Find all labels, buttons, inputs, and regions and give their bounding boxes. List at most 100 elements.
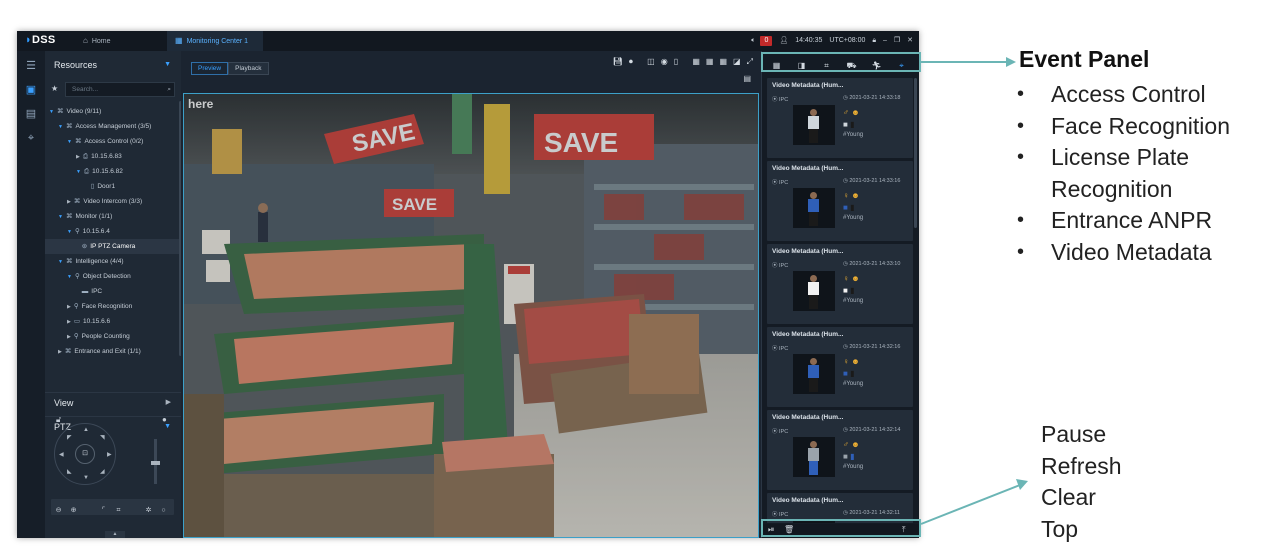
tree-item[interactable]: ▼ ⚲ 10.15.6.4 xyxy=(45,224,179,239)
collapse-arrow-icon[interactable]: ▶ xyxy=(76,154,80,160)
collapse-arrow-icon[interactable] xyxy=(76,289,79,295)
menu-icon[interactable]: ☰ xyxy=(24,59,38,73)
event-scrollbar[interactable] xyxy=(914,78,917,228)
ptz-speed-slider[interactable] xyxy=(151,439,160,484)
device-icon: ⚲ xyxy=(74,273,80,280)
collapse-arrow-icon[interactable]: ▶ xyxy=(67,199,71,205)
list-icon[interactable]: ▤ xyxy=(743,74,751,83)
event-card[interactable]: Video Metadata (Hum... ⦿ IPC ◷ 2021-03-21 … xyxy=(767,410,913,490)
expand-arrow-icon[interactable]: ▼ xyxy=(58,124,63,130)
tree-item[interactable]: ▶ ⎙ 10.15.6.83 xyxy=(45,149,179,164)
layout-3x3-icon[interactable]: ▦ xyxy=(706,57,714,66)
expand-arrow-icon[interactable]: ▼ xyxy=(58,214,63,220)
minimize-icon[interactable]: – xyxy=(883,37,887,44)
expand-arrow-icon[interactable]: ▼ xyxy=(67,229,72,235)
expand-arrow-icon[interactable]: ▼ xyxy=(58,259,63,265)
mic-icon[interactable]: ● xyxy=(162,415,167,424)
event-card[interactable]: Video Metadata (Hum... ⦿ IPC ◷ 2021-03-21 … xyxy=(767,78,913,158)
tree-item[interactable]: ▶ ⚲ People Counting xyxy=(45,329,179,344)
ptz-downleft-icon[interactable]: ◣ xyxy=(67,468,72,475)
search-icon[interactable]: ⌕ xyxy=(167,83,171,96)
collapse-handle[interactable]: ▲ xyxy=(105,531,125,538)
person-snapshot[interactable] xyxy=(793,105,835,145)
tree-item[interactable]: ▶ ⚲ Face Recognition xyxy=(45,299,179,314)
target-icon[interactable]: ◉ xyxy=(661,57,668,66)
record-icon[interactable]: ⏺︎ xyxy=(629,57,633,66)
tab-playback[interactable]: Playback xyxy=(228,62,269,75)
settings-icon[interactable]: ✲ xyxy=(141,503,156,519)
monitor-icon[interactable]: ▣ xyxy=(24,83,38,97)
layout-icon[interactable]: ▤ xyxy=(24,107,38,121)
fullscreen-icon[interactable]: ⤢ xyxy=(747,57,753,66)
ptz-direction-pad[interactable]: ▲ ▼ ◀ ▶ ◤ ◥ ◣ ◢ ⊡ xyxy=(54,423,116,485)
user-icon[interactable]: 👤︎ xyxy=(779,37,788,44)
tab-home[interactable]: ⌂ Home xyxy=(75,31,165,51)
tree-item[interactable]: ⊛ IP PTZ Camera xyxy=(45,239,179,254)
tree-item[interactable]: ▶ ⌘ Video Intercom (3/3) xyxy=(45,194,179,209)
ptz-upleft-icon[interactable]: ◤ xyxy=(67,434,72,441)
tree-item[interactable]: ▼ ⌘ Video (9/11) xyxy=(45,104,179,119)
zoom-out-icon[interactable]: ⊖ xyxy=(51,503,66,519)
ptz-upright-icon[interactable]: ◥ xyxy=(100,434,105,441)
expand-arrow-icon[interactable]: ▼ xyxy=(49,109,54,115)
layout-custom-icon[interactable]: ◪ xyxy=(733,57,741,66)
map-icon[interactable]: ⌖ xyxy=(24,131,38,145)
layout-2x2-icon[interactable]: ▦ xyxy=(692,57,700,66)
tree-item[interactable]: ▶ ▭ 10.15.6.6 xyxy=(45,314,179,329)
layout-4x4-icon[interactable]: ▦ xyxy=(719,57,727,66)
person-snapshot[interactable] xyxy=(793,437,835,477)
video-feed-window[interactable]: SAVE SAVE SAVE here xyxy=(183,93,759,538)
event-card-list[interactable]: Video Metadata (Hum... ⦿ IPC ◷ 2021-03-21 … xyxy=(765,78,917,523)
ptz-down-icon[interactable]: ▼ xyxy=(83,475,89,481)
person-snapshot[interactable] xyxy=(793,271,835,311)
collapse-arrow-icon[interactable]: ▶ xyxy=(67,304,71,310)
focus-far-icon[interactable]: ⌗ xyxy=(111,503,126,519)
ptz-right-icon[interactable]: ▶ xyxy=(107,451,112,458)
split-icon[interactable]: ◫ xyxy=(647,57,655,66)
collapse-arrow-icon[interactable] xyxy=(76,244,79,250)
tree-item[interactable]: ▼ ⌘ Monitor (1/1) xyxy=(45,209,179,224)
tree-item[interactable]: ▼ ⎙ 10.15.6.82 xyxy=(45,164,179,179)
save-icon[interactable]: 💾︎ xyxy=(613,57,623,66)
view-section[interactable]: View ▶ xyxy=(45,392,181,412)
zoom-in-icon[interactable]: ⊕ xyxy=(66,503,81,519)
collapse-arrow-icon[interactable]: ▶ xyxy=(58,349,62,355)
expand-arrow-icon[interactable]: ▼ xyxy=(76,169,81,175)
focus-near-icon[interactable]: ⌜ xyxy=(96,503,111,519)
event-card[interactable]: Video Metadata (Hum... ⦿ IPC ◷ 2021-03-21 … xyxy=(767,327,913,407)
tree-item[interactable]: ▼ ⚲ Object Detection xyxy=(45,269,179,284)
tree-item[interactable]: ▶ ⌘ Entrance and Exit (1/1) xyxy=(45,344,179,359)
ptz-center-button[interactable]: ⊡ xyxy=(75,444,95,464)
favorite-star-icon[interactable]: ★ xyxy=(51,84,58,93)
ptz-left-icon[interactable]: ◀ xyxy=(59,451,64,458)
person-snapshot[interactable] xyxy=(793,188,835,228)
speaker-icon[interactable]: 🔈︎ xyxy=(751,37,755,44)
tree-item[interactable]: ▼ ⌘ Intelligence (4/4) xyxy=(45,254,179,269)
person-snapshot[interactable] xyxy=(793,354,835,394)
collapse-arrow-icon[interactable]: ▶ xyxy=(67,334,71,340)
ptz-up-icon[interactable]: ▲ xyxy=(83,427,89,433)
search-input[interactable]: Search... ⌕ xyxy=(65,82,175,97)
expand-arrow-icon[interactable]: ▼ xyxy=(67,274,72,280)
collapse-arrow-icon[interactable] xyxy=(85,184,88,190)
expand-arrow-icon[interactable]: ▼ xyxy=(67,139,72,145)
window-icon[interactable]: ▯ xyxy=(674,57,678,66)
tree-item[interactable]: ▬ IPC xyxy=(45,284,179,299)
lock-icon[interactable]: 🔒︎ xyxy=(872,37,876,44)
collapse-arrow-icon[interactable]: ▶ xyxy=(67,319,71,325)
tab-monitoring-center[interactable]: ▦ Monitoring Center 1 xyxy=(167,31,263,51)
close-icon[interactable]: ✕ xyxy=(907,37,913,44)
resources-header[interactable]: Resources ▼ xyxy=(45,56,181,74)
preset-icon[interactable]: ○ xyxy=(156,503,171,519)
tree-item[interactable]: ▯ Door1 xyxy=(45,179,179,194)
slider-knob[interactable] xyxy=(151,461,160,465)
unlock-icon[interactable]: 🔓︎ xyxy=(56,415,61,425)
event-card[interactable]: Video Metadata (Hum... ⦿ IPC ◷ 2021-03-21 … xyxy=(767,161,913,241)
tree-item[interactable]: ▼ ⌘ Access Management (3/5) xyxy=(45,119,179,134)
alarm-badge[interactable]: 0 xyxy=(760,36,773,46)
tab-preview[interactable]: Preview xyxy=(191,62,229,75)
tree-item[interactable]: ▼ ⌘ Access Control (0/2) xyxy=(45,134,179,149)
ptz-downright-icon[interactable]: ◢ xyxy=(100,468,105,475)
event-card[interactable]: Video Metadata (Hum... ⦿ IPC ◷ 2021-03-21 … xyxy=(767,244,913,324)
restore-icon[interactable]: ❐ xyxy=(894,37,900,44)
